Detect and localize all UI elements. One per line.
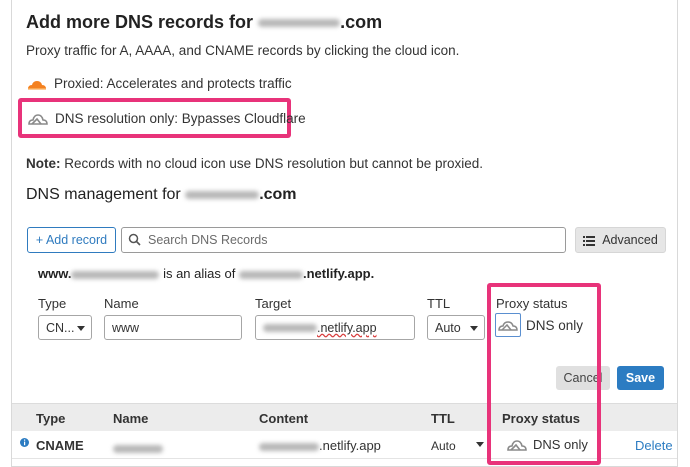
- redacted-name: [71, 270, 160, 279]
- intro-text: Proxy traffic for A, AAAA, and CNAME rec…: [26, 43, 460, 58]
- target-field[interactable]: .netlify.app: [255, 315, 415, 340]
- alias-text: www. is an alias of .netlify.app.: [38, 266, 374, 281]
- redacted-name: [113, 444, 163, 453]
- redacted-target: [263, 323, 317, 332]
- search-input[interactable]: Search DNS Records: [121, 227, 566, 253]
- legend-dns-only: DNS resolution only: Bypasses Cloudflare: [27, 110, 306, 126]
- advanced-button[interactable]: Advanced: [575, 227, 666, 253]
- ttl-select[interactable]: Auto: [427, 315, 485, 340]
- redacted-domain: [185, 190, 260, 199]
- delete-link[interactable]: Delete: [635, 438, 673, 453]
- management-title-prefix: DNS management for: [26, 186, 181, 203]
- redacted-target: [259, 442, 319, 451]
- orange-cloud-icon: [26, 77, 48, 91]
- note-label: Note:: [26, 156, 61, 171]
- alias-prefix: www.: [38, 266, 72, 281]
- row-name: [113, 440, 163, 455]
- list-icon: [583, 235, 596, 246]
- note-body: Records with no cloud icon use DNS resol…: [60, 156, 483, 171]
- page-title: Add more DNS records for .com: [26, 12, 382, 33]
- management-title-suffix: .com: [259, 186, 297, 203]
- ttl-label: TTL: [427, 296, 451, 311]
- name-field[interactable]: www: [104, 315, 242, 340]
- column-ttl: TTL: [431, 411, 455, 426]
- management-title: DNS management for .com: [26, 186, 297, 204]
- search-placeholder: Search DNS Records: [148, 233, 268, 247]
- alias-middle: is an alias of: [159, 266, 239, 281]
- row-type: CNAME: [36, 438, 84, 453]
- name-field-value: www: [112, 320, 140, 335]
- type-select[interactable]: CN...: [38, 315, 92, 340]
- chevron-down-icon: [470, 325, 478, 331]
- row-content-value: .netlify.app: [319, 438, 381, 453]
- column-content: Content: [259, 411, 309, 426]
- column-type: Type: [36, 411, 66, 426]
- alias-suffix: .netlify.app.: [302, 266, 375, 281]
- search-icon: [128, 233, 142, 247]
- ttl-select-value: Auto: [435, 320, 461, 335]
- page-title-prefix: Add more DNS records for: [26, 12, 254, 32]
- row-ttl: Auto: [431, 439, 456, 453]
- target-label: Target: [255, 296, 292, 311]
- chevron-down-icon[interactable]: [476, 442, 484, 447]
- page-title-suffix: .com: [340, 12, 383, 32]
- info-icon[interactable]: [20, 438, 29, 447]
- name-label: Name: [104, 296, 139, 311]
- add-record-button[interactable]: + Add record: [27, 227, 116, 253]
- grey-cloud-icon: [27, 110, 49, 126]
- target-field-value: .netlify.app: [317, 320, 377, 335]
- type-label: Type: [38, 296, 67, 311]
- note-text: Note: Records with no cloud icon use DNS…: [26, 156, 483, 171]
- legend-proxied-label: Proxied: Accelerates and protects traffi…: [54, 76, 292, 91]
- highlight-box-proxy-status: [487, 283, 601, 465]
- legend-proxied: Proxied: Accelerates and protects traffi…: [26, 76, 292, 91]
- row-content: .netlify.app: [259, 438, 381, 453]
- save-button[interactable]: Save: [617, 366, 664, 390]
- column-name: Name: [113, 411, 149, 426]
- redacted-target: [238, 270, 303, 279]
- redacted-domain: [258, 19, 341, 28]
- legend-dns-only-label: DNS resolution only: Bypasses Cloudflare: [55, 110, 306, 126]
- advanced-label: Advanced: [602, 233, 658, 247]
- chevron-down-icon: [77, 325, 85, 331]
- type-select-value: CN...: [46, 320, 75, 335]
